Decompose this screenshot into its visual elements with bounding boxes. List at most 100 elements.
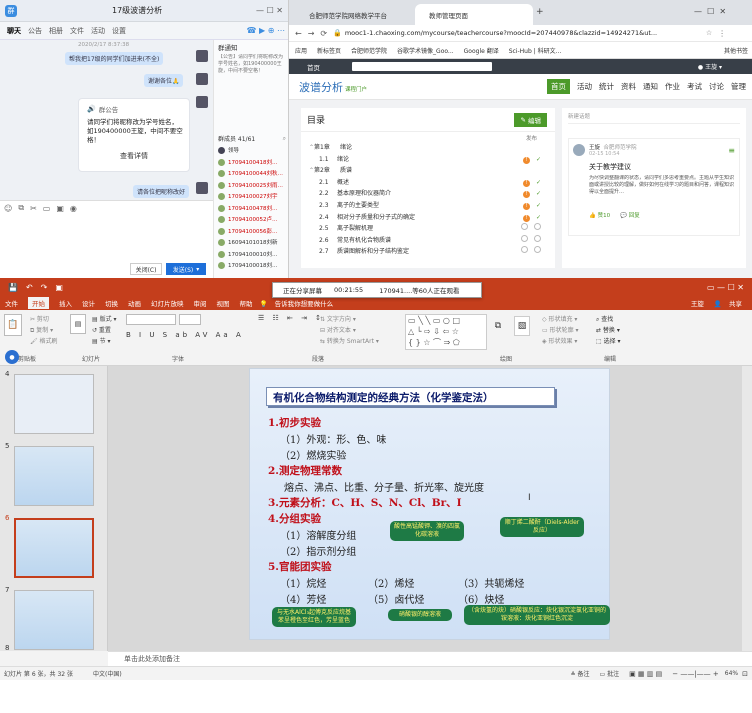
member-item[interactable]: 17094100418刘…: [218, 158, 288, 170]
announcement-card[interactable]: 🔊 群公告 请同学们将昵称改为学号姓名，如190400000王旋，中间不要空格！…: [78, 98, 190, 172]
editing-buttons[interactable]: ⌕ 查找 ⇄ 替换 ▾ ⬚ 选择 ▾: [596, 314, 621, 347]
meeting-floating-icon[interactable]: ●: [5, 350, 19, 364]
tab-settings[interactable]: 设置: [112, 26, 126, 36]
undo-icon[interactable]: ↶: [26, 283, 33, 292]
tab-insert[interactable]: 插入: [59, 298, 72, 308]
message-bubble[interactable]: 谢谢各位🙏: [144, 74, 184, 87]
vertical-scrollbar[interactable]: [742, 366, 752, 651]
post-title[interactable]: 关于教学建议: [589, 162, 735, 172]
chapter-status-pending[interactable]: [521, 223, 541, 235]
notes-pane[interactable]: 单击此处添加备注: [108, 651, 752, 666]
member-item[interactable]: 领导: [218, 146, 288, 158]
member-item[interactable]: 17094100478刘…: [218, 204, 288, 216]
window-controls[interactable]: — ☐ ✕: [256, 6, 283, 15]
chapter-item[interactable]: 2.5 离子裂解机理: [309, 223, 555, 235]
browser-tab[interactable]: 合肥师范学院网络教学平台: [295, 4, 413, 25]
gif-icon[interactable]: ⧉: [18, 203, 24, 213]
nav-notices[interactable]: 通知: [643, 81, 658, 92]
slide-thumbnail[interactable]: [14, 590, 94, 650]
reply-button[interactable]: 💬 回复: [620, 211, 640, 219]
site-search-input[interactable]: [352, 62, 492, 71]
tab-view[interactable]: 视图: [217, 298, 230, 308]
slide-thumbnail[interactable]: [14, 374, 94, 434]
fit-slide-icon[interactable]: ⊡: [742, 670, 748, 678]
bookmark-item[interactable]: 合肥师范学院: [351, 46, 387, 55]
tab-home[interactable]: 开始: [28, 297, 49, 309]
avatar[interactable]: [196, 182, 208, 194]
search-icon[interactable]: ⌕: [283, 135, 286, 143]
back-icon[interactable]: ←: [295, 29, 302, 38]
like-button[interactable]: 👍 赞10: [589, 211, 610, 219]
font-size-select[interactable]: [179, 314, 201, 325]
comments-toggle[interactable]: ▭ 批注: [600, 669, 620, 678]
bookmark-item[interactable]: Google 翻译: [464, 46, 499, 55]
input-toolbar[interactable]: ☺ ⧉ ✂ ▭ ▣ ◉: [4, 201, 213, 215]
bookmark-item[interactable]: Sci-Hub | 科研文...: [509, 46, 562, 55]
callout-diene[interactable]: 顺丁烯二酸酐（Diels-Alder反应）: [500, 517, 584, 537]
screen-share-banner[interactable]: 正在分享屏幕 00:21:55 170941....等60人正在观看: [272, 282, 482, 298]
chapter-status-done[interactable]: ! ✓: [522, 177, 541, 189]
chapter-item[interactable]: 2.1 概述! ✓: [309, 177, 555, 189]
view-buttons[interactable]: ▣ ▦ ▥ ▤: [629, 670, 662, 678]
chapter-item[interactable]: 2.7 质谱图解析和分子结构鉴定: [309, 246, 555, 258]
member-item[interactable]: 16094101018刘新: [218, 238, 288, 250]
language[interactable]: 中文(中国): [93, 669, 122, 678]
site-home-link[interactable]: 首页: [307, 62, 320, 72]
window-controls[interactable]: ▭ — ☐ ✕: [707, 283, 744, 292]
member-item[interactable]: 17094100052卢…: [218, 215, 288, 227]
chapter-item[interactable]: 2.2 基本原理和仪器简介! ✓: [309, 188, 555, 200]
slide-title-box[interactable]: 有机化合物结构测定的经典方法（化学鉴定法）: [266, 387, 555, 406]
nav-homework[interactable]: 作业: [665, 81, 680, 92]
tab-slideshow[interactable]: 幻灯片放映: [151, 298, 184, 308]
window-controls[interactable]: — ☐ ✕: [694, 7, 726, 16]
call-icons[interactable]: ☎ ▶ ⊕ ⋯: [247, 26, 285, 35]
nav-resources[interactable]: 资料: [621, 81, 636, 92]
slide-actions[interactable]: ▤ 版式 ▾ ↺ 重置 ▤ 节 ▾: [92, 314, 117, 347]
slide-thumbnail-selected[interactable]: [14, 518, 94, 578]
chapter-heading[interactable]: ⌃ 第2章 质谱: [309, 165, 555, 177]
edit-button[interactable]: ✎ 编辑: [514, 112, 547, 127]
callout-aromatic[interactable]: 与无水AlCl₃起傅克反应烷基苯呈橙色至红色，芳呈蓝色: [272, 607, 356, 627]
new-tab-icon[interactable]: +: [536, 7, 544, 17]
nav-home[interactable]: 首页: [547, 79, 570, 94]
nav-stats[interactable]: 统计: [599, 81, 614, 92]
chapter-item[interactable]: 2.3 离子的主要类型! ✓: [309, 200, 555, 212]
slide-thumbnail[interactable]: [14, 446, 94, 506]
avatar[interactable]: [196, 96, 208, 108]
chapter-status-done[interactable]: ! ✓: [522, 188, 541, 200]
chapter-status-done[interactable]: ! ✓: [522, 200, 541, 212]
paste-button[interactable]: 📋: [4, 314, 22, 336]
lock-icon[interactable]: 🔒: [333, 29, 342, 37]
new-topic-input[interactable]: 新建话题: [568, 112, 740, 124]
tab-activity[interactable]: 活动: [91, 26, 105, 36]
member-item[interactable]: 17094100025刘雨…: [218, 181, 288, 193]
font-format-buttons[interactable]: B I U S ab AV Aa A: [126, 331, 244, 339]
scissors-icon[interactable]: ✂: [30, 204, 37, 213]
view-details-link[interactable]: 查看详情: [79, 151, 189, 161]
redo-icon[interactable]: ↷: [41, 283, 48, 292]
chapter-item[interactable]: 2.6 常见有机化合物质谱: [309, 234, 555, 247]
tab-transitions[interactable]: 切换: [105, 298, 118, 308]
nav-manage[interactable]: 管理: [731, 81, 746, 92]
tab-review[interactable]: 审阅: [194, 298, 207, 308]
shape-style-buttons[interactable]: ◇ 形状填充 ▾ ▭ 形状轮廓 ▾ ◈ 形状效果 ▾: [542, 314, 579, 347]
arrange-button[interactable]: ⧉: [490, 316, 506, 336]
tab-file[interactable]: 文件: [5, 298, 18, 308]
emoji-icon[interactable]: ☺: [4, 204, 12, 213]
text-direction-buttons[interactable]: ⇅ 文字方向 ▾ ⊟ 对齐文本 ▾ ⇆ 转换为 SmartArt ▾: [320, 314, 379, 347]
paragraph-buttons[interactable]: ☰ ☷ ⇤ ⇥ ↕: [258, 314, 324, 322]
chapter-item[interactable]: 1.1 绪论! ✓: [309, 154, 555, 166]
reload-icon[interactable]: ⟳: [320, 29, 327, 38]
tab-design[interactable]: 设计: [82, 298, 95, 308]
bookmark-item[interactable]: 其他书签: [724, 46, 748, 55]
bookmark-item[interactable]: 新标签页: [317, 46, 341, 55]
tab-help[interactable]: 帮助: [240, 298, 253, 308]
member-item[interactable]: 17094100044刘秋…: [218, 169, 288, 181]
ppt-user[interactable]: 王旋: [691, 298, 704, 308]
discussion-post[interactable]: 王旋 合肥师范学院 02-15 10:54 ≡ 关于教学建议 为尽快调整翻课的状…: [568, 138, 740, 236]
forward-icon[interactable]: →: [308, 29, 315, 38]
member-item[interactable]: 17094100010刘…: [218, 250, 288, 262]
star-icon[interactable]: ☆: [706, 29, 712, 37]
chat-input-area[interactable]: ☺ ⧉ ✂ ▭ ▣ ◉ 关闭(C) 发送(S) ▾: [0, 200, 213, 278]
member-item[interactable]: 17094100018刘…: [218, 261, 288, 273]
